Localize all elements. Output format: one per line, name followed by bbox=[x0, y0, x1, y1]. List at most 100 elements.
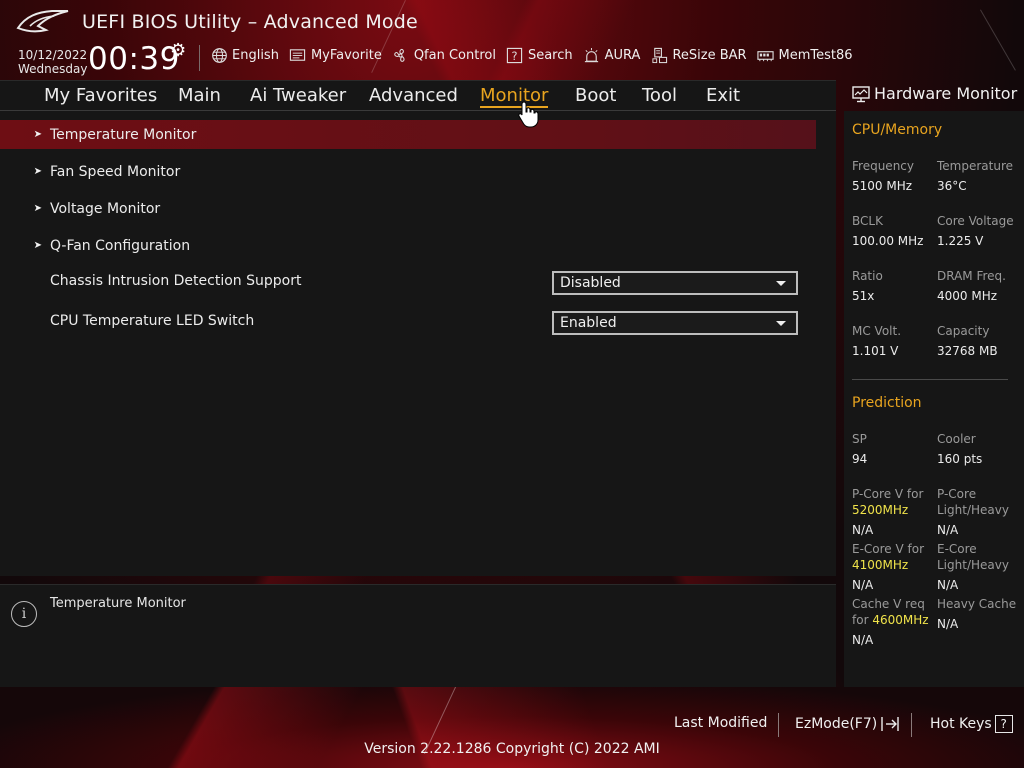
clock[interactable]: 00:39 bbox=[88, 41, 180, 77]
last-modified-button[interactable]: Last Modified bbox=[674, 715, 767, 731]
hw-stat-value: 36°C bbox=[937, 179, 967, 193]
hw-stat: Core Voltage 1.225 V bbox=[937, 213, 1024, 249]
hw-stat-key: MC Volt. bbox=[852, 324, 902, 338]
ezmode-label: EzMode(F7) bbox=[795, 716, 878, 732]
hw-stat-value: N/A bbox=[852, 633, 874, 647]
hotkeys-label: Hot Keys bbox=[930, 716, 992, 732]
hw-stat: E-Core V for 4100MHz N/A bbox=[852, 541, 942, 593]
chevron-right-icon: ➤ bbox=[33, 203, 42, 214]
tab-ai-tweaker[interactable]: Ai Tweaker bbox=[250, 85, 346, 106]
chevron-right-icon: ➤ bbox=[33, 166, 42, 177]
favorite-icon bbox=[289, 46, 307, 64]
resize-bar-icon bbox=[650, 46, 668, 64]
chevron-right-icon: ➤ bbox=[33, 240, 42, 251]
resize-bar-button[interactable]: ReSize BAR bbox=[650, 46, 747, 64]
tab-my-favorites[interactable]: My Favorites bbox=[44, 85, 157, 106]
menu-item-temperature-monitor[interactable]: ➤ Temperature Monitor bbox=[0, 120, 816, 149]
tab-exit[interactable]: Exit bbox=[706, 85, 740, 106]
menu-item-label: Q-Fan Configuration bbox=[50, 237, 191, 254]
hw-stat-freq: 4600MHz bbox=[872, 613, 929, 627]
hw-stat-freq: 5200MHz bbox=[852, 503, 909, 517]
menu-item-voltage-monitor[interactable]: ➤ Voltage Monitor bbox=[0, 194, 816, 223]
hw-stat-key: Light/Heavy bbox=[937, 503, 1009, 517]
hw-stat-value: 160 pts bbox=[937, 452, 983, 466]
cpu-temp-led-select[interactable]: Enabled bbox=[552, 311, 798, 335]
hw-stat-value: 1.101 V bbox=[852, 344, 899, 358]
hw-stat-value: 5100 MHz bbox=[852, 179, 913, 193]
hw-stat: Cooler 160 pts bbox=[937, 431, 1024, 467]
hw-stat-key: Capacity bbox=[937, 324, 990, 338]
memtest86-button[interactable]: MemTest86 bbox=[757, 46, 853, 64]
hw-stat-key: for bbox=[852, 613, 869, 627]
hw-stat-key: P-Core V for bbox=[852, 487, 924, 501]
hw-stat-key: E-Core bbox=[937, 542, 977, 556]
chassis-intrusion-select[interactable]: Disabled bbox=[552, 271, 798, 295]
version-text: Version 2.22.1286 Copyright (C) 2022 AMI bbox=[364, 741, 660, 757]
cpu-temp-led-label: CPU Temperature LED Switch bbox=[50, 313, 255, 329]
aura-label: AURA bbox=[604, 47, 641, 63]
tab-boot[interactable]: Boot bbox=[575, 85, 616, 106]
chassis-intrusion-label: Chassis Intrusion Detection Support bbox=[50, 273, 302, 289]
divider bbox=[778, 713, 779, 737]
hw-stat-value: N/A bbox=[937, 523, 959, 537]
aura-button[interactable]: AURA bbox=[583, 46, 641, 64]
menu-item-q-fan-configuration[interactable]: ➤ Q-Fan Configuration bbox=[0, 231, 816, 260]
chevron-down-icon bbox=[776, 281, 786, 286]
weekday-text: Wednesday bbox=[18, 62, 88, 76]
tab-tool[interactable]: Tool bbox=[642, 85, 677, 106]
menu-item-fan-speed-monitor[interactable]: ➤ Fan Speed Monitor bbox=[0, 157, 816, 186]
hw-stat: Ratio 51x bbox=[852, 268, 942, 304]
hw-stat-key: Core Voltage bbox=[937, 214, 1014, 228]
globe-icon bbox=[210, 46, 228, 64]
chevron-right-icon: ➤ bbox=[33, 129, 42, 140]
hw-stat: Cache V req for 4600MHz N/A bbox=[852, 596, 942, 648]
menu-item-label: Fan Speed Monitor bbox=[50, 163, 181, 180]
prediction-heading: Prediction bbox=[852, 395, 922, 411]
hw-stat-value: 32768 MB bbox=[937, 344, 998, 358]
chevron-down-icon bbox=[776, 321, 786, 326]
hw-stat-value: 94 bbox=[852, 452, 868, 466]
hw-stat-key: Frequency bbox=[852, 159, 914, 173]
hw-stat-key: DRAM Freq. bbox=[937, 269, 1006, 283]
myfavorite-label: MyFavorite bbox=[310, 47, 382, 63]
hw-stat: MC Volt. 1.101 V bbox=[852, 323, 942, 359]
hotkeys-button[interactable]: Hot Keys ? bbox=[930, 715, 1013, 733]
date-text: 10/12/2022 bbox=[18, 48, 88, 62]
tab-advanced[interactable]: Advanced bbox=[369, 85, 458, 106]
divider bbox=[911, 713, 912, 737]
hw-stat-value: N/A bbox=[852, 523, 874, 537]
fan-icon bbox=[392, 46, 410, 64]
hw-stat-key: Cache V req bbox=[852, 597, 925, 611]
hardware-monitor-title: Hardware Monitor bbox=[874, 84, 1018, 103]
help-text: Temperature Monitor bbox=[50, 596, 186, 611]
divider bbox=[852, 379, 1008, 380]
cpu-memory-heading: CPU/Memory bbox=[852, 122, 943, 138]
hw-stat-key: Heavy Cache bbox=[937, 597, 1017, 611]
tab-main[interactable]: Main bbox=[178, 85, 221, 106]
qfan-control-button[interactable]: Qfan Control bbox=[392, 46, 496, 64]
exit-arrow-icon bbox=[881, 717, 899, 731]
myfavorite-button[interactable]: MyFavorite bbox=[289, 46, 382, 64]
hw-stat-key: Temperature bbox=[937, 159, 1014, 173]
info-icon: i bbox=[11, 601, 37, 627]
search-button[interactable]: ? Search bbox=[506, 46, 573, 64]
qfan-control-label: Qfan Control bbox=[413, 47, 496, 63]
hw-stat: Heavy Cache N/A bbox=[937, 596, 1024, 632]
search-label: Search bbox=[527, 47, 573, 63]
help-panel: i Temperature Monitor bbox=[0, 584, 836, 687]
ezmode-button[interactable]: EzMode(F7) bbox=[795, 715, 900, 733]
select-value: Disabled bbox=[560, 275, 621, 291]
mouse-cursor-icon bbox=[518, 101, 539, 128]
hw-stat: E-Core Light/Heavy N/A bbox=[937, 541, 1024, 593]
hw-stat-value: N/A bbox=[852, 578, 874, 592]
gear-icon[interactable]: ⚙ bbox=[170, 40, 186, 61]
date-display: 10/12/2022 Wednesday bbox=[18, 48, 87, 76]
language-button[interactable]: English bbox=[210, 46, 279, 64]
hw-stat-key: Ratio bbox=[852, 269, 883, 283]
hw-stat-key: BCLK bbox=[852, 214, 883, 228]
hw-stat-key: E-Core V for bbox=[852, 542, 925, 556]
memtest-icon bbox=[757, 46, 775, 64]
select-value: Enabled bbox=[560, 315, 617, 331]
hw-stat-key: Light/Heavy bbox=[937, 558, 1009, 572]
hw-stat-value: 100.00 MHz bbox=[852, 234, 924, 248]
